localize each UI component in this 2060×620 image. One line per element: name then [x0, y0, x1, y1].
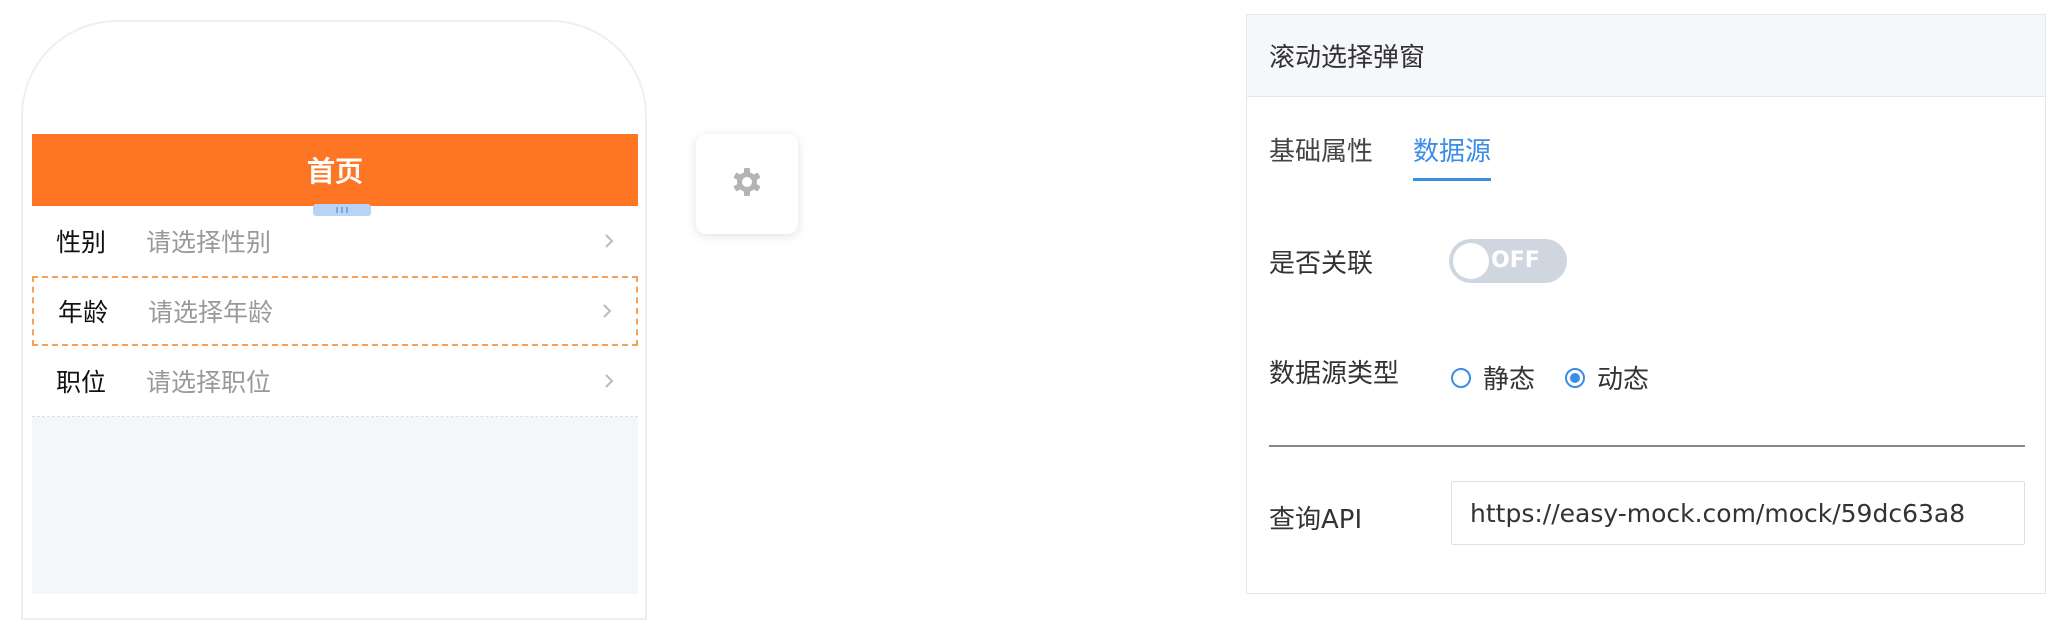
radio-circle[interactable]: [1565, 367, 1586, 388]
phone-screen: 首页 性别 请选择性别 年龄 请选择年龄 职位 请选择职位: [32, 134, 638, 594]
radio-circle[interactable]: [1451, 367, 1471, 388]
api-label: 查询API: [1269, 505, 1363, 535]
gear-icon: [731, 166, 763, 202]
age-label: 年龄: [58, 298, 109, 327]
radio-static[interactable]: 静态: [1451, 359, 1535, 396]
association-label: 是否关联: [1269, 249, 1374, 279]
settings-button[interactable]: [696, 134, 798, 234]
chevron-right-icon: [604, 373, 614, 393]
chevron-right-icon: [604, 233, 614, 253]
form-row-position[interactable]: 职位 请选择职位: [32, 346, 638, 416]
divider: [1269, 445, 2025, 447]
radio-dynamic-label: 动态: [1597, 365, 1650, 395]
page-header: 首页: [32, 134, 638, 206]
panel-tabs: 基础属性 数据源: [1269, 127, 1531, 181]
drag-handle-icon[interactable]: [313, 204, 371, 216]
toggle-text: OFF: [1491, 248, 1540, 273]
api-url-input[interactable]: [1451, 481, 2025, 545]
radio-dynamic[interactable]: 动态: [1565, 359, 1649, 396]
form-row-age[interactable]: 年龄 请选择年龄: [32, 276, 638, 346]
tab-basic-properties[interactable]: 基础属性: [1269, 127, 1373, 181]
association-toggle[interactable]: OFF: [1449, 239, 1567, 283]
source-type-label: 数据源类型: [1269, 359, 1400, 389]
gender-picker[interactable]: 请选择性别: [146, 223, 271, 259]
panel-title: 滚动选择弹窗: [1247, 15, 2045, 97]
form-list: 性别 请选择性别 年龄 请选择年龄 职位 请选择职位: [32, 206, 638, 417]
radio-static-label: 静态: [1483, 365, 1536, 395]
chevron-right-icon: [602, 303, 612, 323]
property-panel: 滚动选择弹窗 基础属性 数据源 是否关联 OFF 数据源类型 静态 动态 查询A…: [1246, 14, 2046, 594]
age-picker[interactable]: 请选择年龄: [148, 293, 273, 329]
source-type-radio-group: 静态 动态: [1451, 359, 1679, 396]
tab-data-source[interactable]: 数据源: [1413, 127, 1492, 181]
position-label: 职位: [56, 368, 107, 397]
gender-label: 性别: [56, 228, 107, 257]
page-title: 首页: [306, 155, 363, 188]
toggle-knob: [1453, 243, 1489, 279]
form-row-gender[interactable]: 性别 请选择性别: [32, 206, 638, 276]
position-picker[interactable]: 请选择职位: [146, 363, 271, 399]
